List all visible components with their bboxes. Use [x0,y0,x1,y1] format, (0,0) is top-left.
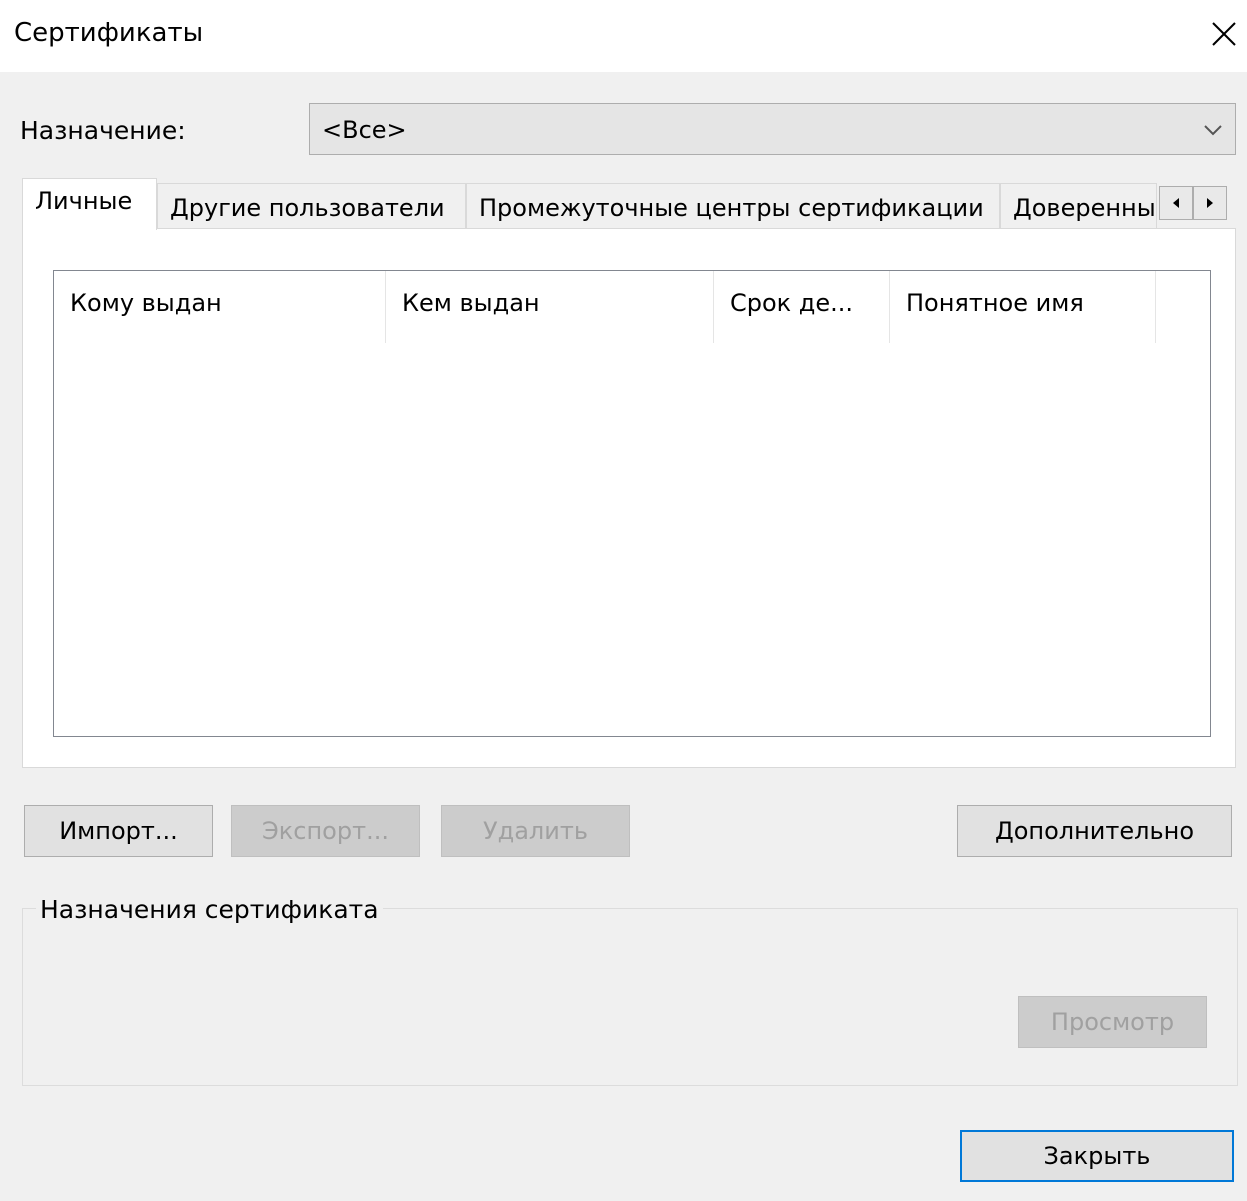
column-header-label: Кому выдан [70,289,222,317]
tab-scroll-right-button[interactable] [1193,186,1227,220]
column-header-label: Срок де... [730,289,854,317]
certificate-list[interactable]: Кому выдан Кем выдан Срок де... Понятное… [53,270,1211,737]
tab-trusted-root[interactable]: Доверенны [1000,183,1157,229]
column-header-issued-by[interactable]: Кем выдан [386,271,714,343]
view-button[interactable]: Просмотр [1018,996,1207,1048]
column-header-label: Кем выдан [402,289,540,317]
column-header-expiration[interactable]: Срок де... [714,271,890,343]
tab-label: Промежуточные центры сертификации [479,194,984,222]
arrow-left-icon [1173,198,1179,208]
tab-label: Другие пользователи [170,194,445,222]
column-header-issued-to[interactable]: Кому выдан [54,271,386,343]
export-button[interactable]: Экспорт... [231,805,420,857]
tab-scroll-left-button[interactable] [1159,186,1193,220]
purpose-label: Назначение: [20,116,186,145]
close-button[interactable]: Закрыть [960,1130,1234,1182]
advanced-button[interactable]: Дополнительно [957,805,1232,857]
tab-label: Доверенны [1013,194,1156,222]
arrow-right-icon [1207,198,1213,208]
tab-label: Личные [35,187,133,215]
title-bar: Сертификаты [0,0,1247,72]
store-tabs: Личные Другие пользователи Промежуточные… [22,178,1237,230]
tab-panel: Кому выдан Кем выдан Срок де... Понятное… [22,228,1236,768]
import-button[interactable]: Импорт... [24,805,213,857]
tab-other-people[interactable]: Другие пользователи [157,183,466,229]
certificate-purposes-label: Назначения сертификата [36,895,383,924]
column-header-label: Понятное имя [906,289,1084,317]
close-icon[interactable] [1206,16,1242,52]
chevron-down-icon [1201,118,1225,142]
delete-button[interactable]: Удалить [441,805,630,857]
window-title: Сертификаты [14,18,204,48]
column-header-friendly-name[interactable]: Понятное имя [890,271,1156,343]
purpose-selected-value: <Все> [322,116,407,144]
purpose-select[interactable]: <Все> [309,103,1236,155]
tab-intermediate-ca[interactable]: Промежуточные центры сертификации [466,183,1000,229]
tab-personal[interactable]: Личные [22,178,157,230]
